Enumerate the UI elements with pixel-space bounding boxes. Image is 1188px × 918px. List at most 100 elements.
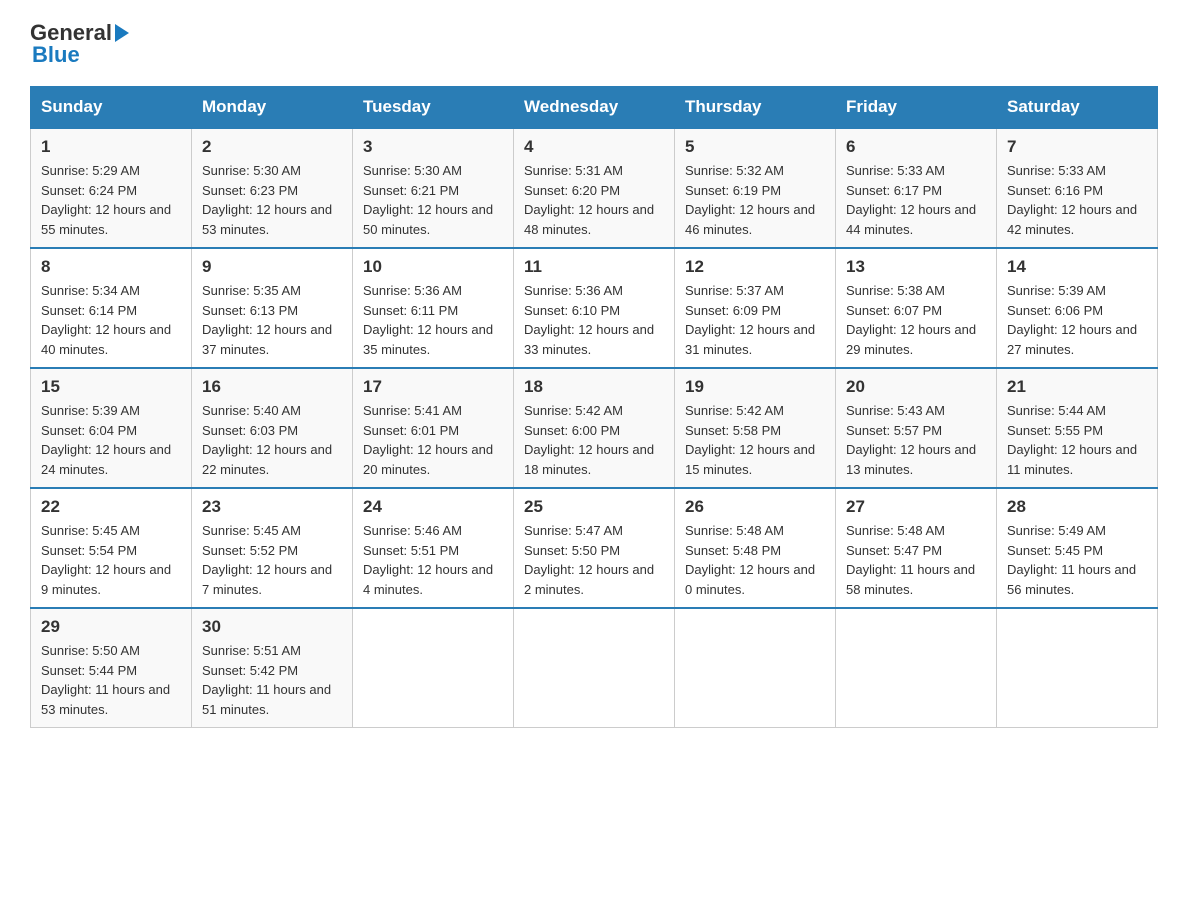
day-number: 24 bbox=[363, 497, 503, 517]
calendar-week-row: 8 Sunrise: 5:34 AMSunset: 6:14 PMDaylight… bbox=[31, 248, 1158, 368]
day-info: Sunrise: 5:46 AMSunset: 5:51 PMDaylight:… bbox=[363, 523, 493, 597]
calendar-day-cell: 2 Sunrise: 5:30 AMSunset: 6:23 PMDaylight… bbox=[192, 128, 353, 248]
calendar-day-cell bbox=[997, 608, 1158, 728]
calendar-day-cell: 27 Sunrise: 5:48 AMSunset: 5:47 PMDayligh… bbox=[836, 488, 997, 608]
day-number: 25 bbox=[524, 497, 664, 517]
day-number: 13 bbox=[846, 257, 986, 277]
calendar-day-cell: 30 Sunrise: 5:51 AMSunset: 5:42 PMDayligh… bbox=[192, 608, 353, 728]
calendar-header-sunday: Sunday bbox=[31, 87, 192, 129]
calendar-day-cell: 21 Sunrise: 5:44 AMSunset: 5:55 PMDayligh… bbox=[997, 368, 1158, 488]
calendar-day-cell: 9Sunrise: 5:35 AMSunset: 6:13 PMDaylight… bbox=[192, 248, 353, 368]
day-info: Sunrise: 5:29 AMSunset: 6:24 PMDaylight:… bbox=[41, 163, 171, 237]
calendar-day-cell: 12 Sunrise: 5:37 AMSunset: 6:09 PMDayligh… bbox=[675, 248, 836, 368]
day-number: 18 bbox=[524, 377, 664, 397]
calendar-header-wednesday: Wednesday bbox=[514, 87, 675, 129]
calendar-header-monday: Monday bbox=[192, 87, 353, 129]
day-info: Sunrise: 5:32 AMSunset: 6:19 PMDaylight:… bbox=[685, 163, 815, 237]
calendar-header-tuesday: Tuesday bbox=[353, 87, 514, 129]
calendar-day-cell: 6Sunrise: 5:33 AMSunset: 6:17 PMDaylight… bbox=[836, 128, 997, 248]
day-number: 5 bbox=[685, 137, 825, 157]
day-number: 29 bbox=[41, 617, 181, 637]
day-number: 21 bbox=[1007, 377, 1147, 397]
day-info: Sunrise: 5:30 AMSunset: 6:21 PMDaylight:… bbox=[363, 163, 493, 237]
day-number: 6 bbox=[846, 137, 986, 157]
calendar-day-cell: 14Sunrise: 5:39 AMSunset: 6:06 PMDayligh… bbox=[997, 248, 1158, 368]
calendar-day-cell: 26Sunrise: 5:48 AMSunset: 5:48 PMDayligh… bbox=[675, 488, 836, 608]
day-number: 8 bbox=[41, 257, 181, 277]
calendar-day-cell: 1 Sunrise: 5:29 AMSunset: 6:24 PMDaylight… bbox=[31, 128, 192, 248]
header-row: SundayMondayTuesdayWednesdayThursdayFrid… bbox=[31, 87, 1158, 129]
calendar-day-cell: 22 Sunrise: 5:45 AMSunset: 5:54 PMDayligh… bbox=[31, 488, 192, 608]
day-number: 2 bbox=[202, 137, 342, 157]
day-number: 26 bbox=[685, 497, 825, 517]
day-info: Sunrise: 5:44 AMSunset: 5:55 PMDaylight:… bbox=[1007, 403, 1137, 477]
day-info: Sunrise: 5:51 AMSunset: 5:42 PMDaylight:… bbox=[202, 643, 331, 717]
calendar-day-cell: 29 Sunrise: 5:50 AMSunset: 5:44 PMDayligh… bbox=[31, 608, 192, 728]
calendar-header-saturday: Saturday bbox=[997, 87, 1158, 129]
calendar-day-cell: 4 Sunrise: 5:31 AMSunset: 6:20 PMDaylight… bbox=[514, 128, 675, 248]
calendar-day-cell: 15Sunrise: 5:39 AMSunset: 6:04 PMDayligh… bbox=[31, 368, 192, 488]
calendar-week-row: 29 Sunrise: 5:50 AMSunset: 5:44 PMDayligh… bbox=[31, 608, 1158, 728]
calendar-day-cell: 23 Sunrise: 5:45 AMSunset: 5:52 PMDayligh… bbox=[192, 488, 353, 608]
day-number: 19 bbox=[685, 377, 825, 397]
calendar-header-thursday: Thursday bbox=[675, 87, 836, 129]
day-info: Sunrise: 5:36 AMSunset: 6:10 PMDaylight:… bbox=[524, 283, 654, 357]
day-number: 16 bbox=[202, 377, 342, 397]
day-number: 11 bbox=[524, 257, 664, 277]
day-number: 17 bbox=[363, 377, 503, 397]
day-number: 12 bbox=[685, 257, 825, 277]
day-info: Sunrise: 5:34 AMSunset: 6:14 PMDaylight:… bbox=[41, 283, 171, 357]
day-info: Sunrise: 5:47 AMSunset: 5:50 PMDaylight:… bbox=[524, 523, 654, 597]
calendar-day-cell: 16 Sunrise: 5:40 AMSunset: 6:03 PMDayligh… bbox=[192, 368, 353, 488]
day-number: 7 bbox=[1007, 137, 1147, 157]
calendar-header-friday: Friday bbox=[836, 87, 997, 129]
day-number: 1 bbox=[41, 137, 181, 157]
calendar-header: SundayMondayTuesdayWednesdayThursdayFrid… bbox=[31, 87, 1158, 129]
calendar-day-cell: 24 Sunrise: 5:46 AMSunset: 5:51 PMDayligh… bbox=[353, 488, 514, 608]
day-number: 30 bbox=[202, 617, 342, 637]
day-number: 27 bbox=[846, 497, 986, 517]
day-info: Sunrise: 5:50 AMSunset: 5:44 PMDaylight:… bbox=[41, 643, 170, 717]
day-info: Sunrise: 5:40 AMSunset: 6:03 PMDaylight:… bbox=[202, 403, 332, 477]
day-info: Sunrise: 5:38 AMSunset: 6:07 PMDaylight:… bbox=[846, 283, 976, 357]
day-info: Sunrise: 5:45 AMSunset: 5:54 PMDaylight:… bbox=[41, 523, 171, 597]
calendar-day-cell: 28 Sunrise: 5:49 AMSunset: 5:45 PMDayligh… bbox=[997, 488, 1158, 608]
day-number: 10 bbox=[363, 257, 503, 277]
calendar-table: SundayMondayTuesdayWednesdayThursdayFrid… bbox=[30, 86, 1158, 728]
calendar-day-cell: 25 Sunrise: 5:47 AMSunset: 5:50 PMDayligh… bbox=[514, 488, 675, 608]
calendar-day-cell: 19 Sunrise: 5:42 AMSunset: 5:58 PMDayligh… bbox=[675, 368, 836, 488]
day-info: Sunrise: 5:33 AMSunset: 6:16 PMDaylight:… bbox=[1007, 163, 1137, 237]
logo-triangle-icon bbox=[115, 24, 129, 42]
day-info: Sunrise: 5:39 AMSunset: 6:04 PMDaylight:… bbox=[41, 403, 171, 477]
day-number: 4 bbox=[524, 137, 664, 157]
day-info: Sunrise: 5:39 AMSunset: 6:06 PMDaylight:… bbox=[1007, 283, 1137, 357]
day-info: Sunrise: 5:49 AMSunset: 5:45 PMDaylight:… bbox=[1007, 523, 1136, 597]
day-number: 3 bbox=[363, 137, 503, 157]
day-info: Sunrise: 5:45 AMSunset: 5:52 PMDaylight:… bbox=[202, 523, 332, 597]
calendar-day-cell: 10 Sunrise: 5:36 AMSunset: 6:11 PMDayligh… bbox=[353, 248, 514, 368]
day-number: 28 bbox=[1007, 497, 1147, 517]
calendar-day-cell: 11 Sunrise: 5:36 AMSunset: 6:10 PMDayligh… bbox=[514, 248, 675, 368]
day-info: Sunrise: 5:48 AMSunset: 5:47 PMDaylight:… bbox=[846, 523, 975, 597]
day-number: 22 bbox=[41, 497, 181, 517]
day-info: Sunrise: 5:41 AMSunset: 6:01 PMDaylight:… bbox=[363, 403, 493, 477]
logo: General Blue bbox=[30, 20, 129, 68]
day-number: 20 bbox=[846, 377, 986, 397]
day-info: Sunrise: 5:31 AMSunset: 6:20 PMDaylight:… bbox=[524, 163, 654, 237]
day-info: Sunrise: 5:36 AMSunset: 6:11 PMDaylight:… bbox=[363, 283, 493, 357]
day-info: Sunrise: 5:37 AMSunset: 6:09 PMDaylight:… bbox=[685, 283, 815, 357]
calendar-day-cell: 20 Sunrise: 5:43 AMSunset: 5:57 PMDayligh… bbox=[836, 368, 997, 488]
day-info: Sunrise: 5:43 AMSunset: 5:57 PMDaylight:… bbox=[846, 403, 976, 477]
day-info: Sunrise: 5:35 AMSunset: 6:13 PMDaylight:… bbox=[202, 283, 332, 357]
calendar-day-cell bbox=[514, 608, 675, 728]
calendar-day-cell: 5 Sunrise: 5:32 AMSunset: 6:19 PMDaylight… bbox=[675, 128, 836, 248]
day-number: 23 bbox=[202, 497, 342, 517]
calendar-day-cell: 13 Sunrise: 5:38 AMSunset: 6:07 PMDayligh… bbox=[836, 248, 997, 368]
calendar-week-row: 1 Sunrise: 5:29 AMSunset: 6:24 PMDaylight… bbox=[31, 128, 1158, 248]
calendar-day-cell: 8 Sunrise: 5:34 AMSunset: 6:14 PMDaylight… bbox=[31, 248, 192, 368]
calendar-week-row: 22 Sunrise: 5:45 AMSunset: 5:54 PMDayligh… bbox=[31, 488, 1158, 608]
day-info: Sunrise: 5:30 AMSunset: 6:23 PMDaylight:… bbox=[202, 163, 332, 237]
calendar-day-cell bbox=[353, 608, 514, 728]
logo-blue-text: Blue bbox=[32, 42, 80, 68]
day-info: Sunrise: 5:42 AMSunset: 5:58 PMDaylight:… bbox=[685, 403, 815, 477]
